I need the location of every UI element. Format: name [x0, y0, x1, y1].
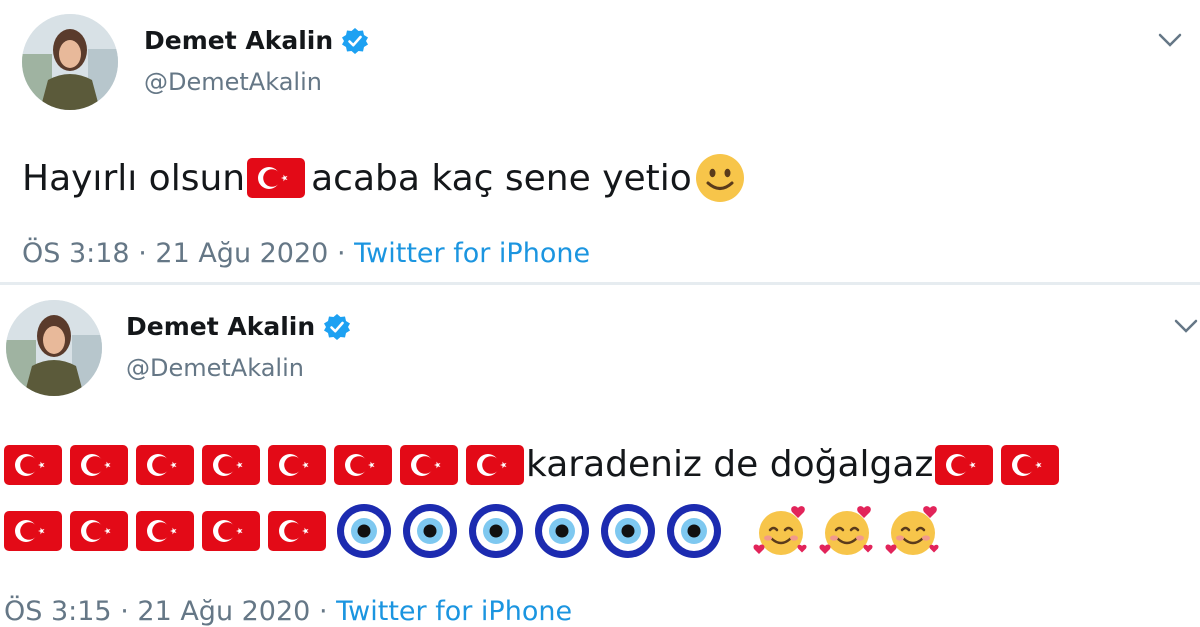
nazar-amulet-emoji	[600, 503, 656, 559]
chevron-down-icon[interactable]	[1172, 316, 1200, 336]
author-name[interactable]: Demet Akalin	[126, 312, 315, 341]
smiling-face-with-hearts-emoji	[884, 502, 942, 560]
meta-separator: ·	[318, 596, 328, 627]
turkish-flag-emoji	[202, 444, 260, 485]
author-row: Demet Akalin	[126, 312, 351, 341]
tweet-text-line: karadeniz de doğalgaz	[4, 444, 1067, 485]
tweet-meta: ÖS 3:15 · 21 Ağu 2020 · Twitter for iPho…	[4, 596, 572, 627]
tweet-time[interactable]: ÖS 3:18	[22, 238, 130, 269]
avatar[interactable]	[22, 14, 118, 110]
author-handle[interactable]: @DemetAkalin	[126, 354, 304, 382]
smiling-face-emoji	[694, 152, 746, 204]
turkish-flag-emoji	[70, 444, 128, 485]
smiling-face-with-hearts-emoji	[818, 502, 876, 560]
tweet-date[interactable]: 21 Ağu 2020	[155, 238, 328, 269]
turkish-flag-emoji	[4, 444, 62, 485]
tweet-source-link[interactable]: Twitter for iPhone	[354, 238, 590, 269]
verified-badge-icon	[323, 313, 351, 341]
meta-separator: ·	[120, 596, 129, 627]
tweet-text-part: acaba kaç sene yetio	[311, 157, 692, 199]
turkish-flag-emoji	[202, 511, 260, 551]
meta-separator: ·	[336, 238, 346, 269]
nazar-amulet-emoji	[666, 503, 722, 559]
author-name[interactable]: Demet Akalin	[144, 26, 333, 55]
avatar[interactable]	[6, 300, 102, 396]
author-row: Demet Akalin	[144, 26, 369, 55]
turkish-flag-emoji	[136, 511, 194, 551]
turkish-flag-emoji	[70, 511, 128, 551]
turkish-flag-emoji	[268, 444, 326, 485]
tweet-date[interactable]: 21 Ağu 2020	[137, 596, 310, 627]
turkish-flag-emoji	[268, 511, 326, 551]
nazar-amulet-emoji	[534, 503, 590, 559]
tweet-card: Demet Akalin @DemetAkalin karadeniz de d…	[0, 284, 1200, 627]
nazar-amulet-emoji	[468, 503, 524, 559]
smiling-face-with-hearts-emoji	[752, 502, 810, 560]
turkish-flag-emoji	[935, 444, 994, 485]
tweet-card: Demet Akalin @DemetAkalin Hayırlı olsun …	[0, 0, 1200, 284]
tweet-meta: ÖS 3:18 · 21 Ağu 2020 · Twitter for iPho…	[22, 238, 590, 269]
meta-separator: ·	[138, 238, 147, 269]
tweet-text-part: Hayırlı olsun	[22, 157, 246, 199]
turkish-flag-emoji	[400, 444, 458, 485]
turkish-flag-emoji	[136, 444, 194, 485]
turkish-flag-emoji	[1001, 444, 1060, 485]
chevron-down-icon[interactable]	[1156, 30, 1184, 50]
tweet-text-line	[4, 502, 950, 560]
nazar-amulet-emoji	[402, 503, 458, 559]
turkish-flag-emoji	[4, 511, 62, 551]
author-handle[interactable]: @DemetAkalin	[144, 68, 322, 96]
nazar-amulet-emoji	[336, 503, 392, 559]
turkish-flag-emoji	[466, 444, 524, 485]
tweet-source-link[interactable]: Twitter for iPhone	[336, 596, 572, 627]
tweet-text: Hayırlı olsun acaba kaç sene yetio	[22, 152, 746, 204]
turkish-flag-emoji	[334, 444, 392, 485]
tweet-time[interactable]: ÖS 3:15	[4, 596, 112, 627]
verified-badge-icon	[341, 27, 369, 55]
turkish-flag-emoji	[247, 158, 306, 198]
tweet-text: karadeniz de doğalgaz	[526, 444, 934, 485]
